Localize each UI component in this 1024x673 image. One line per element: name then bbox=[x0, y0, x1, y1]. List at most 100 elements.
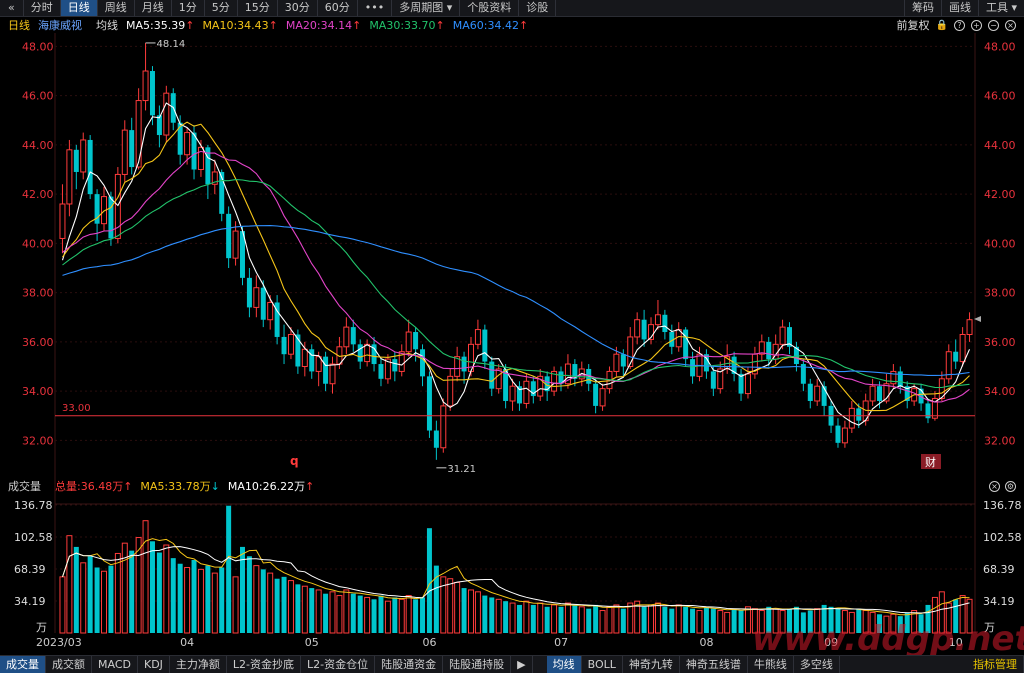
diagnose-button[interactable]: 诊股 bbox=[519, 0, 557, 16]
volume-bar bbox=[578, 606, 585, 634]
volume-bar bbox=[149, 541, 155, 633]
volume-bar bbox=[474, 591, 481, 634]
multi-period-label: 多周期图 bbox=[399, 1, 444, 14]
volume-bar bbox=[350, 593, 356, 633]
tab-kdj[interactable]: KDJ bbox=[138, 656, 170, 673]
chevron-down-icon: ▾ bbox=[1011, 1, 1017, 14]
event-marker-q[interactable]: q bbox=[290, 454, 299, 468]
volume-bar bbox=[205, 565, 211, 633]
candle-body bbox=[841, 427, 848, 444]
tab-td9[interactable]: 神奇九转 bbox=[623, 656, 680, 673]
tab-1min[interactable]: 1分 bbox=[172, 0, 205, 16]
date-label: 05 bbox=[305, 636, 319, 649]
multi-period-dropdown[interactable]: 多周期图 ▾ bbox=[392, 0, 461, 16]
tab-rixian[interactable]: 日线 bbox=[60, 0, 98, 16]
header-right-controls: 前复权 🔒 ? + − × bbox=[897, 17, 1016, 33]
tab-northbound-holdings[interactable]: 陆股通持股 bbox=[443, 656, 512, 673]
price-tick-right: 44.00 bbox=[984, 139, 1016, 152]
volume-bar bbox=[426, 528, 432, 633]
candle-body bbox=[323, 356, 329, 384]
candle-body bbox=[184, 132, 191, 156]
candle-body bbox=[620, 354, 626, 367]
stock-info-button[interactable]: 个股资料 bbox=[460, 0, 520, 16]
support-label: 33.00 bbox=[62, 403, 91, 414]
volume-bar bbox=[620, 608, 626, 633]
zoom-out-icon[interactable]: − bbox=[988, 19, 999, 31]
volume-tick-left: 136.78 bbox=[14, 499, 53, 512]
tab-long-short[interactable]: 多空线 bbox=[794, 656, 840, 673]
tab-northbound-funds[interactable]: 陆股通资金 bbox=[375, 656, 444, 673]
candle-body bbox=[142, 70, 149, 102]
tools-label: 工具 bbox=[985, 1, 1008, 14]
candle-body bbox=[392, 359, 398, 372]
candle-body bbox=[163, 92, 170, 136]
volume-bar bbox=[724, 611, 731, 634]
tab-l2-position[interactable]: L2-资金仓位 bbox=[301, 656, 376, 673]
top-toolbar: « 分时 日线 周线 月线 1分 5分 15分 30分 60分 ••• 多周期图… bbox=[0, 0, 1024, 17]
tab-zhouxian[interactable]: 周线 bbox=[98, 0, 135, 16]
tab-fenshi[interactable]: 分时 bbox=[24, 0, 61, 16]
tab-boll[interactable]: BOLL bbox=[582, 656, 623, 673]
adjust-button[interactable]: 前复权 bbox=[897, 17, 930, 33]
kline-chart[interactable]: 48.00 46.00 44.00 42.00 40.00 38.00 36.00 34.00… bbox=[0, 33, 1024, 655]
tab-l2-bottom[interactable]: L2-资金抄底 bbox=[227, 656, 302, 673]
chips-button[interactable]: 筹码 bbox=[903, 0, 941, 16]
tab-turnover[interactable]: 成交额 bbox=[46, 656, 92, 673]
volume-bar bbox=[627, 602, 634, 634]
volume-tick-right: 102.58 bbox=[983, 531, 1022, 544]
scroll-right-icon[interactable]: ▶ bbox=[511, 656, 533, 673]
up-arrow-icon: ↑ bbox=[352, 18, 362, 32]
tab-volume[interactable]: 成交量 bbox=[0, 656, 46, 673]
volume-bar bbox=[495, 598, 502, 634]
volume-bar bbox=[420, 597, 426, 633]
volume-bar bbox=[558, 606, 564, 633]
up-arrow-icon: ↑ bbox=[435, 18, 445, 32]
tab-5min[interactable]: 5分 bbox=[205, 0, 238, 16]
price-tick-left: 42.00 bbox=[22, 188, 54, 201]
tab-30min[interactable]: 30分 bbox=[278, 0, 318, 16]
ma-label[interactable]: 均线 bbox=[96, 17, 118, 33]
lock-icon[interactable]: 🔒 bbox=[936, 20, 948, 31]
tab-five-line[interactable]: 神奇五线谱 bbox=[680, 656, 748, 673]
volume-bar bbox=[454, 581, 461, 634]
close-icon[interactable]: × bbox=[1005, 19, 1016, 31]
volume-bar bbox=[537, 602, 544, 634]
candle-body bbox=[267, 301, 274, 321]
ma60-line bbox=[62, 225, 970, 376]
candle-body bbox=[509, 385, 516, 402]
stock-name[interactable]: 海康威视 bbox=[38, 17, 82, 33]
more-button[interactable]: ••• bbox=[358, 0, 393, 16]
tab-60min[interactable]: 60分 bbox=[318, 0, 358, 16]
price-tick-left: 38.00 bbox=[22, 287, 54, 300]
tab-main-net[interactable]: 主力净额 bbox=[170, 656, 227, 673]
volume-bar bbox=[530, 604, 536, 633]
zoom-in-icon[interactable]: + bbox=[971, 19, 982, 31]
volume-tick-left: 102.58 bbox=[14, 531, 53, 544]
tab-bull-bear[interactable]: 牛熊线 bbox=[748, 656, 794, 673]
volume-bar bbox=[523, 600, 530, 634]
tools-dropdown[interactable]: 工具 ▾ bbox=[977, 0, 1024, 16]
tab-15min[interactable]: 15分 bbox=[238, 0, 278, 16]
indicator-manage-button[interactable]: 指标管理 bbox=[967, 656, 1024, 673]
tab-macd[interactable]: MACD bbox=[92, 656, 138, 673]
candle-body bbox=[80, 139, 87, 173]
volume-bar bbox=[648, 604, 655, 634]
volume-bar bbox=[392, 597, 398, 633]
volume-tick-left: 万 bbox=[36, 621, 47, 634]
volume-bar bbox=[683, 606, 689, 633]
candle-body bbox=[121, 129, 128, 175]
volume-bar bbox=[586, 608, 592, 633]
help-icon[interactable]: ? bbox=[954, 19, 965, 31]
tab-ma-main[interactable]: 均线 bbox=[546, 656, 582, 673]
volume-bar bbox=[744, 606, 751, 634]
ma60-value: MA60:34.42↑ bbox=[453, 19, 528, 32]
volume-bar bbox=[336, 595, 343, 634]
candle-body bbox=[461, 356, 467, 372]
candle-body bbox=[87, 139, 93, 195]
draw-line-button[interactable]: 画线 bbox=[940, 0, 978, 16]
tab-yuexian[interactable]: 月线 bbox=[135, 0, 172, 16]
candle-body bbox=[495, 368, 502, 390]
finance-marker[interactable]: 财 bbox=[925, 455, 936, 469]
volume-tick-right: 68.39 bbox=[983, 563, 1015, 576]
back-icon[interactable]: « bbox=[0, 0, 24, 16]
